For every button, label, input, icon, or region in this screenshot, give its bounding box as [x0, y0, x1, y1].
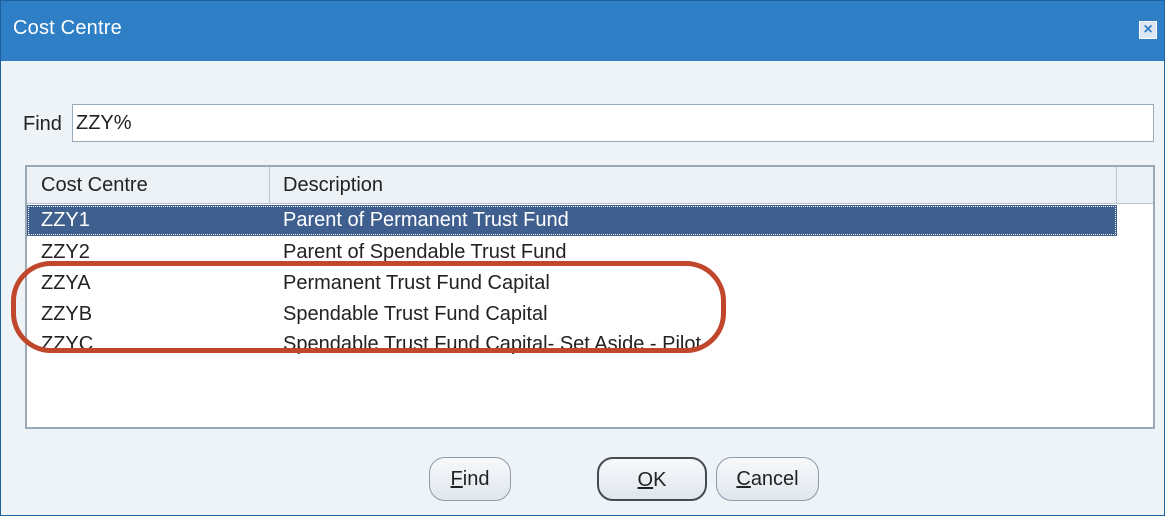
- title-bar: Cost Centre ×: [1, 1, 1164, 61]
- ok-mnemonic: O: [637, 469, 654, 491]
- find-input[interactable]: [72, 104, 1154, 142]
- cancel-button-label: ancel: [750, 468, 799, 490]
- header-scroll-corner: [1117, 167, 1153, 203]
- close-icon[interactable]: ×: [1139, 21, 1157, 39]
- cancel-mnemonic: C: [736, 468, 751, 490]
- ok-button-label: K: [653, 469, 667, 491]
- list-row[interactable]: ZZY2 Parent of Spendable Trust Fund: [27, 237, 1117, 268]
- column-header-description[interactable]: Description: [270, 167, 1117, 203]
- cost-centre-code: ZZY2: [41, 241, 90, 263]
- window-title: Cost Centre: [13, 17, 122, 39]
- cost-centre-dialog: Cost Centre × Find Cost Centre Descripti…: [0, 0, 1165, 516]
- cost-centre-code: ZZY1: [41, 209, 90, 231]
- find-button[interactable]: Find: [429, 457, 511, 501]
- list-row[interactable]: ZZYB Spendable Trust Fund Capital: [27, 299, 1117, 330]
- list-row[interactable]: ZZYA Permanent Trust Fund Capital: [27, 268, 1117, 299]
- cost-centre-description: Spendable Trust Fund Capital: [283, 303, 548, 325]
- cost-centre-description: Spendable Trust Fund Capital- Set Aside …: [283, 333, 702, 355]
- results-list: Cost Centre Description ZZY1 Parent of P…: [25, 165, 1155, 429]
- cost-centre-description: Permanent Trust Fund Capital: [283, 272, 550, 294]
- ok-button[interactable]: OK: [597, 457, 707, 501]
- cost-centre-code: ZZYB: [41, 303, 93, 325]
- cost-centre-description: Parent of Spendable Trust Fund: [283, 241, 567, 263]
- list-header: Cost Centre Description: [27, 167, 1153, 204]
- column-header-cost-centre[interactable]: Cost Centre: [27, 167, 270, 203]
- find-mnemonic: F: [450, 468, 463, 490]
- cost-centre-code: ZZYA: [41, 272, 91, 294]
- list-row[interactable]: ZZYC Spendable Trust Fund Capital- Set A…: [27, 329, 1117, 360]
- cancel-button[interactable]: Cancel: [716, 457, 819, 501]
- cost-centre-description: Parent of Permanent Trust Fund: [283, 209, 569, 231]
- cost-centre-code: ZZYC: [41, 333, 94, 355]
- find-label: Find: [23, 113, 62, 135]
- list-row[interactable]: ZZY1 Parent of Permanent Trust Fund: [27, 205, 1117, 236]
- find-button-label: ind: [462, 468, 490, 490]
